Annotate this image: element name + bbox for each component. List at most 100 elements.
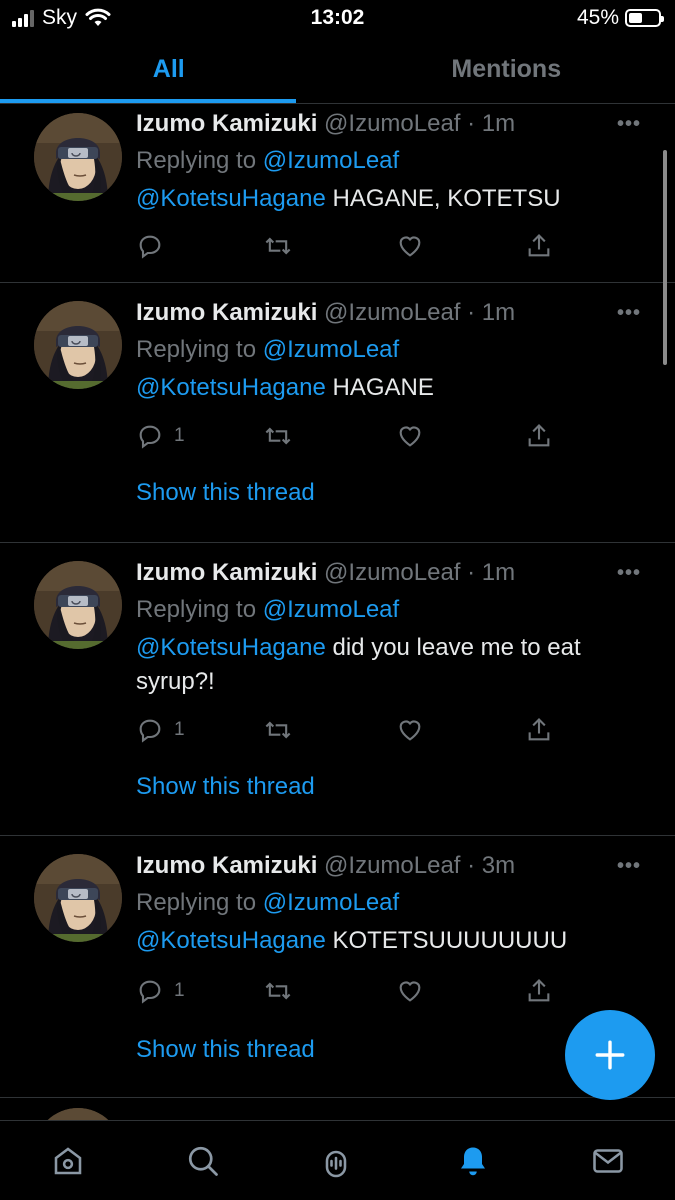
author-handle: @IzumoLeaf	[324, 110, 461, 137]
author-name[interactable]: Izumo Kamizuki	[136, 559, 317, 586]
tab-all[interactable]: All	[0, 40, 338, 103]
nav-home[interactable]	[48, 1141, 88, 1181]
tweet-text-body: HAGANE, KOTETSU	[325, 185, 561, 212]
mention-link[interactable]: @KotetsuHagane	[136, 374, 326, 401]
replying-to-link[interactable]: @IzumoLeaf	[263, 596, 399, 623]
tweet[interactable]: Izumo Kamizuki @IzumoLeaf · 1m Replying …	[0, 543, 675, 836]
reply-count: 1	[174, 425, 185, 446]
notification-tabs: All Mentions	[0, 40, 675, 104]
tweet-time: 1m	[481, 110, 516, 137]
share-button[interactable]	[525, 232, 553, 260]
share-icon	[528, 979, 550, 1002]
mention-link[interactable]: @KotetsuHagane	[136, 185, 326, 212]
tweet-content: Izumo Kamizuki @IzumoLeaf · 1m Replying …	[136, 109, 645, 216]
reply-button[interactable]	[136, 232, 174, 260]
reply-icon	[139, 235, 161, 259]
active-tab-indicator	[0, 99, 296, 103]
heart-icon	[399, 981, 421, 1002]
replying-to-link[interactable]: @IzumoLeaf	[263, 889, 399, 916]
notifications-icon	[461, 1147, 485, 1176]
nav-spaces[interactable]	[316, 1141, 356, 1181]
retweet-icon	[265, 982, 291, 1000]
reply-button[interactable]: 1	[136, 977, 185, 1005]
tweet-actions	[136, 232, 556, 262]
reply-count: 1	[174, 980, 185, 1001]
tweet-content: Izumo Kamizuki @IzumoLeaf · 1m Replying …	[136, 298, 645, 405]
more-options-icon[interactable]: •••	[617, 113, 641, 136]
replying-prefix: Replying to	[136, 336, 257, 363]
scrollbar[interactable]	[663, 150, 667, 365]
tweet-header: Izumo Kamizuki @IzumoLeaf · 1m	[136, 559, 516, 586]
tweet-text: @KotetsuHagane HAGANE	[136, 371, 645, 405]
show-thread-link[interactable]: Show this thread	[136, 1036, 315, 1064]
reply-button[interactable]: 1	[136, 422, 185, 450]
reply-icon	[139, 980, 161, 1004]
messages-icon	[593, 1149, 623, 1173]
like-button[interactable]	[396, 716, 424, 744]
status-bar: Sky 13:02 45%	[0, 0, 675, 36]
tweet-actions: 1	[136, 422, 556, 452]
tweet-header: Izumo Kamizuki @IzumoLeaf · 3m	[136, 852, 516, 879]
tweet-header: Izumo Kamizuki @IzumoLeaf · 1m	[136, 110, 516, 137]
reply-button[interactable]: 1	[136, 716, 185, 744]
like-button[interactable]	[396, 232, 424, 260]
avatar[interactable]	[34, 113, 122, 201]
tweet-time: 1m	[481, 559, 516, 586]
tweet-text: @KotetsuHagane KOTETSUUUUUUUU	[136, 924, 645, 958]
nav-search[interactable]	[183, 1141, 223, 1181]
retweet-button[interactable]	[264, 422, 292, 450]
reply-count: 1	[174, 719, 185, 740]
tweet-text: @KotetsuHagane HAGANE, KOTETSU	[136, 182, 645, 216]
author-name[interactable]: Izumo Kamizuki	[136, 852, 317, 879]
avatar[interactable]	[34, 1108, 122, 1120]
show-thread-link[interactable]: Show this thread	[136, 479, 315, 507]
battery-area: 45%	[577, 6, 664, 30]
nav-notifications[interactable]	[453, 1141, 493, 1181]
more-options-icon[interactable]: •••	[617, 855, 641, 878]
share-button[interactable]	[525, 716, 553, 744]
more-options-icon[interactable]: •••	[617, 562, 641, 585]
author-name[interactable]: Izumo Kamizuki	[136, 299, 317, 326]
avatar[interactable]	[34, 301, 122, 389]
heart-icon	[399, 236, 421, 257]
notifications-feed[interactable]: Izumo Kamizuki @IzumoLeaf · 1m Replying …	[0, 105, 675, 1120]
share-icon	[528, 424, 550, 447]
search-icon	[188, 1146, 218, 1176]
share-button[interactable]	[525, 977, 553, 1005]
home-icon	[54, 1147, 82, 1175]
author-handle: @IzumoLeaf	[324, 299, 461, 326]
reply-icon	[139, 425, 161, 449]
author-handle: @IzumoLeaf	[324, 852, 461, 879]
tweet-text-body: KOTETSUUUUUUUU	[325, 927, 568, 954]
tweet-content: Izumo Kamizuki @IzumoLeaf · 3m Replying …	[136, 851, 645, 958]
author-name[interactable]: Izumo Kamizuki	[136, 110, 317, 137]
replying-to-link[interactable]: @IzumoLeaf	[263, 336, 399, 363]
tweet[interactable]: Izumo Kamizuki @IzumoLeaf · 1m Replying …	[0, 283, 675, 543]
retweet-button[interactable]	[264, 716, 292, 744]
retweet-icon	[265, 237, 291, 255]
tweet[interactable]: Izumo Kamizuki @IzumoLeaf · 1m Replying …	[0, 105, 675, 283]
retweet-button[interactable]	[264, 977, 292, 1005]
battery-icon	[625, 9, 664, 27]
heart-icon	[399, 720, 421, 741]
spaces-icon	[325, 1150, 347, 1178]
tweet[interactable]	[0, 1098, 675, 1120]
mention-link[interactable]: @KotetsuHagane	[136, 634, 326, 661]
tweet-text-body: HAGANE	[325, 374, 434, 401]
nav-messages[interactable]	[588, 1141, 628, 1181]
avatar[interactable]	[34, 561, 122, 649]
like-button[interactable]	[396, 977, 424, 1005]
mention-link[interactable]: @KotetsuHagane	[136, 927, 326, 954]
replying-to: Replying to @IzumoLeaf	[136, 146, 645, 176]
show-thread-link[interactable]: Show this thread	[136, 773, 315, 801]
share-button[interactable]	[525, 422, 553, 450]
compose-tweet-button[interactable]	[565, 1010, 655, 1100]
replying-to-link[interactable]: @IzumoLeaf	[263, 147, 399, 174]
tab-mentions-label: Mentions	[451, 55, 562, 83]
avatar[interactable]	[34, 854, 122, 942]
tweet-time: 3m	[481, 852, 516, 879]
like-button[interactable]	[396, 422, 424, 450]
retweet-button[interactable]	[264, 232, 292, 260]
more-options-icon[interactable]: •••	[617, 302, 641, 325]
tab-mentions[interactable]: Mentions	[338, 40, 675, 103]
